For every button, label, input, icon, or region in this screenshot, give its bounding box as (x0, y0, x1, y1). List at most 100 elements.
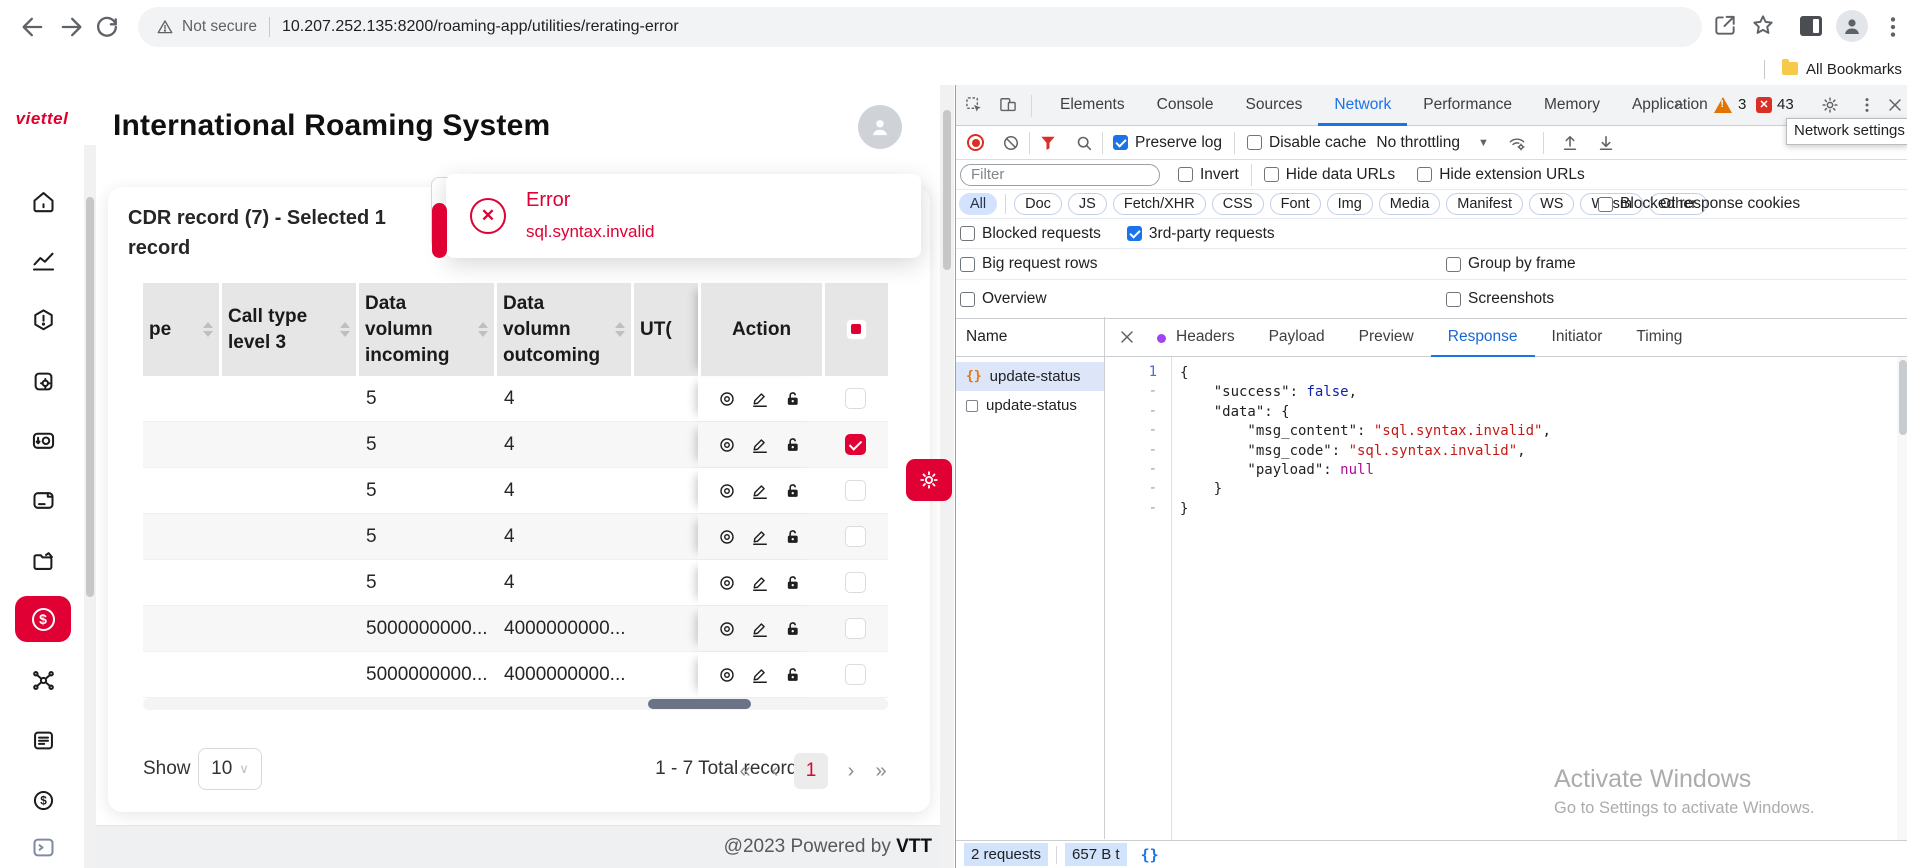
third-party-requests-checkbox[interactable]: 3rd-party requests (1127, 225, 1275, 243)
devtools-tab-memory[interactable]: Memory (1528, 85, 1616, 126)
browser-menu-icon[interactable] (1880, 14, 1906, 40)
detail-tab-payload[interactable]: Payload (1252, 319, 1342, 358)
overview-checkbox[interactable]: Overview (960, 290, 1047, 308)
errors-badge[interactable]: ✕43 (1756, 96, 1794, 113)
detail-tab-preview[interactable]: Preview (1342, 319, 1431, 358)
settings-fab-button[interactable] (906, 459, 952, 501)
lock-icon[interactable] (783, 435, 803, 455)
filter-chip-manifest[interactable]: Manifest (1446, 193, 1523, 215)
device-toolbar-icon[interactable] (998, 95, 1018, 120)
response-scrollbar-thumb[interactable] (1899, 360, 1907, 435)
request-row[interactable]: {}update-status (956, 362, 1104, 391)
warnings-badge[interactable]: 3 (1714, 96, 1746, 113)
last-page-button[interactable]: » (866, 754, 896, 788)
edit-icon[interactable] (750, 527, 770, 547)
detail-tab-response[interactable]: Response (1431, 319, 1535, 358)
detail-tab-headers[interactable]: Headers (1159, 319, 1252, 358)
filter-chip-js[interactable]: JS (1068, 193, 1107, 215)
screenshots-checkbox[interactable]: Screenshots (1446, 290, 1554, 308)
devtools-tab-elements[interactable]: Elements (1044, 85, 1141, 126)
edit-icon[interactable] (750, 619, 770, 639)
export-har-icon[interactable] (1596, 133, 1616, 153)
sidebar-item-terminal[interactable] (15, 824, 71, 868)
edit-icon[interactable] (750, 481, 770, 501)
filter-input[interactable] (960, 164, 1160, 186)
view-icon[interactable] (717, 481, 737, 501)
share-icon[interactable] (1712, 12, 1738, 38)
detail-tab-timing[interactable]: Timing (1619, 319, 1699, 358)
fold-marker[interactable]: - (1117, 461, 1157, 477)
transferred-size[interactable]: 657 B t (1065, 843, 1127, 866)
fold-marker[interactable]: - (1117, 480, 1157, 496)
row-checkbox[interactable] (845, 480, 866, 501)
devtools-close-icon[interactable] (1885, 95, 1905, 120)
devtools-settings-icon[interactable] (1820, 95, 1840, 120)
back-icon[interactable] (19, 13, 47, 41)
response-scrollbar[interactable] (1897, 357, 1907, 840)
sort-icon[interactable] (478, 322, 488, 337)
filter-chip-css[interactable]: CSS (1212, 193, 1264, 215)
filter-icon[interactable] (1038, 133, 1058, 153)
hide-data-urls-checkbox[interactable]: Hide data URLs (1264, 166, 1395, 184)
filter-chip-doc[interactable]: Doc (1014, 193, 1062, 215)
devtools-menu-icon[interactable] (1857, 95, 1877, 120)
requests-count[interactable]: 2 requests (964, 843, 1048, 866)
filter-chip-img[interactable]: Img (1327, 193, 1373, 215)
sidebar-item-billing[interactable]: $ (15, 596, 71, 642)
view-icon[interactable] (717, 435, 737, 455)
sidebar-scrollbar-thumb[interactable] (86, 197, 94, 597)
sidebar-item-processor[interactable] (15, 358, 71, 404)
search-icon[interactable] (1074, 133, 1094, 153)
prev-page-button[interactable]: ‹ (760, 754, 790, 788)
hide-extension-urls-checkbox[interactable]: Hide extension URLs (1417, 166, 1585, 184)
fold-marker[interactable]: - (1117, 442, 1157, 458)
row-checkbox[interactable] (845, 434, 866, 455)
table-scrollbar-thumb[interactable] (648, 699, 751, 709)
sidebar-item-folder[interactable] (15, 538, 71, 584)
clear-network-log-icon[interactable] (1001, 133, 1021, 153)
sidebar-item-analytics[interactable] (15, 237, 71, 283)
table-horizontal-scrollbar[interactable] (143, 698, 888, 710)
big-request-rows-checkbox[interactable]: Big request rows (960, 255, 1097, 273)
forward-icon[interactable] (57, 13, 85, 41)
sidebar-item-card-note[interactable] (15, 477, 71, 523)
network-conditions-icon[interactable] (1507, 133, 1527, 153)
side-panel-icon[interactable] (1800, 16, 1822, 36)
next-page-button[interactable]: › (836, 754, 866, 788)
view-icon[interactable] (717, 389, 737, 409)
inspect-element-icon[interactable] (964, 95, 984, 120)
edit-icon[interactable] (750, 573, 770, 593)
page-size-select[interactable]: 10∨ (198, 748, 262, 790)
row-checkbox[interactable] (845, 572, 866, 593)
lock-icon[interactable] (783, 619, 803, 639)
group-by-frame-checkbox[interactable]: Group by frame (1446, 255, 1576, 273)
column-header-0[interactable]: pe (143, 283, 219, 376)
sidebar-item-sync-card[interactable] (15, 417, 71, 463)
lock-icon[interactable] (783, 389, 803, 409)
browser-profile-avatar[interactable] (1836, 10, 1868, 42)
filter-chip-ws[interactable]: WS (1529, 193, 1574, 215)
invert-checkbox[interactable]: Invert (1178, 166, 1239, 184)
fold-marker[interactable]: - (1117, 403, 1157, 419)
view-icon[interactable] (717, 573, 737, 593)
sort-icon[interactable] (340, 322, 350, 337)
security-label[interactable]: Not secure (182, 18, 257, 36)
sort-icon[interactable] (203, 322, 213, 337)
url-text[interactable]: 10.207.252.135:8200/roaming-app/utilitie… (282, 18, 679, 36)
sidebar-item-network-hub[interactable] (15, 657, 71, 703)
row-checkbox[interactable] (845, 388, 866, 409)
edit-icon[interactable] (750, 665, 770, 685)
devtools-tab-sources[interactable]: Sources (1230, 85, 1319, 126)
preserve-log-checkbox[interactable]: Preserve log (1113, 134, 1222, 152)
view-icon[interactable] (717, 619, 737, 639)
first-page-button[interactable]: « (730, 754, 760, 788)
name-column-header[interactable]: Name (966, 328, 1007, 346)
lock-icon[interactable] (783, 573, 803, 593)
user-avatar[interactable] (858, 105, 902, 149)
blocked-response-cookies-checkbox[interactable]: Blocked response cookies (1598, 195, 1800, 213)
edit-icon[interactable] (750, 435, 770, 455)
throttling-select[interactable]: No throttling▼ (1376, 134, 1488, 152)
edit-icon[interactable] (750, 389, 770, 409)
column-header-1[interactable]: Call type level 3 (219, 283, 356, 376)
reload-icon[interactable] (93, 13, 121, 41)
